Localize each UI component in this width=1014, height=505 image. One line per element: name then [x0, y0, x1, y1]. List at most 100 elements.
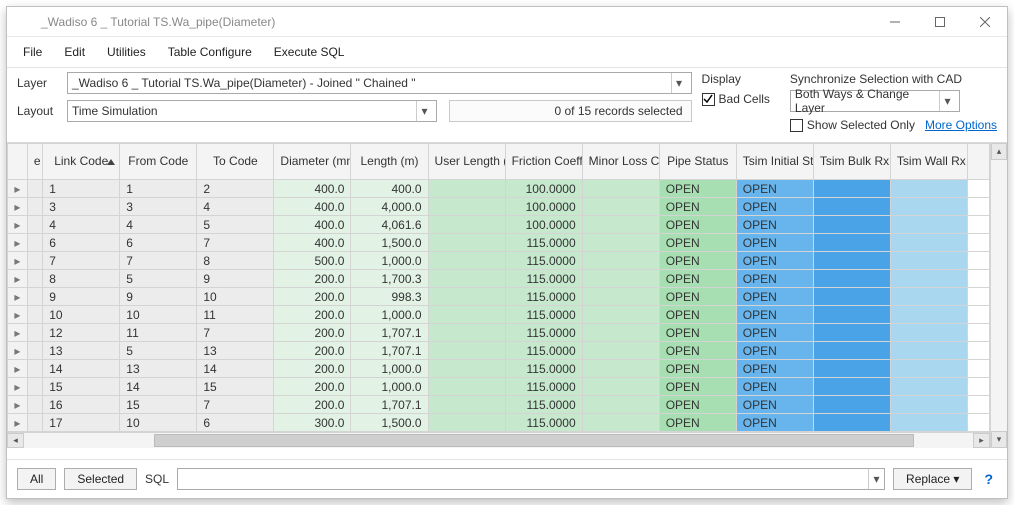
cell-from[interactable]: 15 — [120, 396, 197, 414]
cell-diameter[interactable]: 500.0 — [274, 252, 351, 270]
cell-from[interactable]: 3 — [120, 198, 197, 216]
table-row[interactable]: ▸112400.0400.0100.0000OPENOPEN — [8, 180, 990, 198]
cell-user-length[interactable] — [428, 324, 505, 342]
cell-pipe-status[interactable]: OPEN — [659, 378, 736, 396]
cell-link[interactable]: 4 — [43, 216, 120, 234]
cell-minor-loss[interactable] — [582, 216, 659, 234]
cell-length[interactable]: 400.0 — [351, 180, 428, 198]
row-handle[interactable]: ▸ — [8, 378, 28, 396]
cell-tsim-wall[interactable] — [890, 198, 967, 216]
cell-to[interactable]: 9 — [197, 270, 274, 288]
cell-user-length[interactable] — [428, 180, 505, 198]
cell-pipe-status[interactable]: OPEN — [659, 396, 736, 414]
cell-e[interactable] — [27, 306, 42, 324]
row-handle[interactable]: ▸ — [8, 180, 28, 198]
cell-from[interactable]: 6 — [120, 234, 197, 252]
table-row[interactable]: ▸9910200.0998.3115.0000OPENOPEN — [8, 288, 990, 306]
cell-user-length[interactable] — [428, 396, 505, 414]
cell-length[interactable]: 1,707.1 — [351, 324, 428, 342]
cell-tsim-wall[interactable] — [890, 324, 967, 342]
cell-diameter[interactable]: 200.0 — [274, 306, 351, 324]
cell-extra[interactable] — [967, 198, 989, 216]
cell-tsim-status[interactable]: OPEN — [736, 198, 813, 216]
replace-button[interactable]: Replace ▾ — [893, 468, 972, 490]
cell-link[interactable]: 16 — [43, 396, 120, 414]
cell-minor-loss[interactable] — [582, 396, 659, 414]
cell-link[interactable]: 9 — [43, 288, 120, 306]
cell-to[interactable]: 15 — [197, 378, 274, 396]
cell-diameter[interactable]: 200.0 — [274, 396, 351, 414]
cell-to[interactable]: 5 — [197, 216, 274, 234]
cell-pipe-status[interactable]: OPEN — [659, 288, 736, 306]
cell-e[interactable] — [27, 198, 42, 216]
cell-tsim-wall[interactable] — [890, 288, 967, 306]
table-row[interactable]: ▸101011200.01,000.0115.0000OPENOPEN — [8, 306, 990, 324]
cell-user-length[interactable] — [428, 216, 505, 234]
cell-friction[interactable]: 115.0000 — [505, 306, 582, 324]
cell-pipe-status[interactable]: OPEN — [659, 234, 736, 252]
cell-length[interactable]: 4,000.0 — [351, 198, 428, 216]
cell-link[interactable]: 3 — [43, 198, 120, 216]
cell-friction[interactable]: 115.0000 — [505, 252, 582, 270]
cell-extra[interactable] — [967, 216, 989, 234]
cell-friction[interactable]: 115.0000 — [505, 342, 582, 360]
cell-pipe-status[interactable]: OPEN — [659, 342, 736, 360]
cell-e[interactable] — [27, 414, 42, 432]
cell-pipe-status[interactable]: OPEN — [659, 216, 736, 234]
cell-diameter[interactable]: 200.0 — [274, 378, 351, 396]
sql-input[interactable]: ▾ — [177, 468, 885, 490]
scroll-thumb[interactable] — [154, 434, 914, 447]
cell-link[interactable]: 17 — [43, 414, 120, 432]
cell-tsim-bulk[interactable] — [813, 198, 890, 216]
cell-minor-loss[interactable] — [582, 342, 659, 360]
cell-minor-loss[interactable] — [582, 378, 659, 396]
cell-user-length[interactable] — [428, 234, 505, 252]
cell-diameter[interactable]: 200.0 — [274, 324, 351, 342]
cell-friction[interactable]: 115.0000 — [505, 360, 582, 378]
cell-tsim-wall[interactable] — [890, 414, 967, 432]
cell-link[interactable]: 8 — [43, 270, 120, 288]
cell-length[interactable]: 1,000.0 — [351, 378, 428, 396]
cell-link[interactable]: 7 — [43, 252, 120, 270]
cell-length[interactable]: 1,000.0 — [351, 360, 428, 378]
cell-pipe-status[interactable]: OPEN — [659, 252, 736, 270]
menu-file[interactable]: File — [13, 41, 52, 63]
cell-e[interactable] — [27, 378, 42, 396]
cell-user-length[interactable] — [428, 252, 505, 270]
cell-from[interactable]: 1 — [120, 180, 197, 198]
cell-friction[interactable]: 115.0000 — [505, 396, 582, 414]
minimize-button[interactable] — [872, 7, 917, 37]
cell-e[interactable] — [27, 342, 42, 360]
vertical-scrollbar[interactable]: ▴ ▾ — [990, 143, 1007, 448]
cell-from[interactable]: 5 — [120, 270, 197, 288]
cell-extra[interactable] — [967, 180, 989, 198]
scroll-track[interactable] — [991, 160, 1007, 431]
cell-friction[interactable]: 115.0000 — [505, 414, 582, 432]
col-minor-loss[interactable]: Minor Loss Coefficient — [582, 144, 659, 180]
cell-extra[interactable] — [967, 234, 989, 252]
cell-to[interactable]: 10 — [197, 288, 274, 306]
cell-extra[interactable] — [967, 414, 989, 432]
table-row[interactable]: ▸859200.01,700.3115.0000OPENOPEN — [8, 270, 990, 288]
cell-link[interactable]: 13 — [43, 342, 120, 360]
cell-friction[interactable]: 115.0000 — [505, 378, 582, 396]
cell-tsim-status[interactable]: OPEN — [736, 396, 813, 414]
cell-minor-loss[interactable] — [582, 252, 659, 270]
row-handle[interactable]: ▸ — [8, 414, 28, 432]
cell-friction[interactable]: 115.0000 — [505, 288, 582, 306]
col-diameter[interactable]: Diameter (mm) — [274, 144, 351, 180]
cell-length[interactable]: 1,707.1 — [351, 342, 428, 360]
cell-link[interactable]: 10 — [43, 306, 120, 324]
cell-user-length[interactable] — [428, 360, 505, 378]
table-row[interactable]: ▸17106300.01,500.0115.0000OPENOPEN — [8, 414, 990, 432]
cell-tsim-bulk[interactable] — [813, 216, 890, 234]
cell-extra[interactable] — [967, 342, 989, 360]
cell-extra[interactable] — [967, 324, 989, 342]
cell-pipe-status[interactable]: OPEN — [659, 180, 736, 198]
cell-to[interactable]: 2 — [197, 180, 274, 198]
cell-from[interactable]: 7 — [120, 252, 197, 270]
cell-tsim-wall[interactable] — [890, 360, 967, 378]
row-handle[interactable]: ▸ — [8, 216, 28, 234]
scroll-down-icon[interactable]: ▾ — [991, 431, 1007, 448]
more-options-link[interactable]: More Options — [925, 118, 997, 132]
